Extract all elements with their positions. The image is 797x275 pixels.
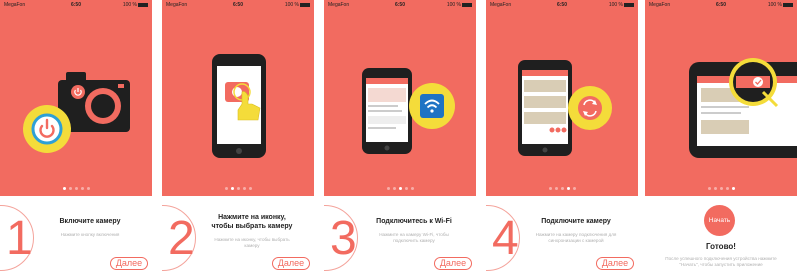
sync-icon	[568, 86, 612, 130]
page-dot	[68, 187, 72, 190]
page-dot	[80, 187, 84, 190]
status-bar: MegaFon 6:50 100 %	[162, 0, 314, 10]
step-number: 1	[6, 212, 33, 265]
page-indicator	[324, 184, 476, 190]
page-dot	[86, 187, 90, 190]
illustration-area: MegaFon 6:50 100 %	[324, 0, 476, 196]
checkmark-icon	[729, 58, 779, 108]
page-dot	[548, 187, 552, 190]
onboarding-screen-3: MegaFon 6:50 100 % 3 Подключитесь к Wi-F…	[324, 0, 476, 275]
page-dot	[236, 187, 240, 190]
page-indicator	[162, 184, 314, 190]
done-description: После успешного подключения устройства н…	[665, 256, 777, 267]
battery-indicator: 100 %	[609, 2, 634, 8]
step-number: 2	[168, 212, 195, 265]
page-dot	[410, 187, 414, 190]
onboarding-screen-1: MegaFon 6:50 100 % 1 Включите камеру Наж…	[0, 0, 152, 275]
battery-icon	[624, 2, 634, 7]
next-button[interactable]: Далее	[110, 257, 148, 270]
page-dot-active	[566, 187, 570, 190]
page-dot	[572, 187, 576, 190]
done-title: Готово!	[706, 242, 736, 251]
onboarding-screen-4: MegaFon 6:50 100 % 4 Подключите камеру Н…	[486, 0, 638, 275]
next-button[interactable]: Далее	[434, 257, 472, 270]
step-number: 3	[330, 212, 357, 265]
step-title: Подключите камеру	[541, 218, 611, 225]
illustration-area: MegaFon 6:50 100 %	[0, 0, 152, 196]
page-dot-active	[731, 187, 735, 190]
step-title: Включите камеру	[59, 218, 121, 225]
status-bar: MegaFon 6:50 100 %	[0, 0, 152, 10]
illustration-area: MegaFon 6:50 100 %	[645, 0, 797, 196]
page-dot	[725, 187, 729, 190]
status-bar: MegaFon 6:50 100 %	[486, 0, 638, 10]
step-title: Нажмите на иконку, чтобы выбрать камеру	[211, 214, 293, 230]
status-bar: MegaFon 6:50 100 %	[324, 0, 476, 10]
page-indicator	[0, 184, 152, 190]
page-dot	[404, 187, 408, 190]
page-dot-active	[230, 187, 234, 190]
battery-icon	[138, 2, 148, 7]
step-number: 4	[492, 212, 519, 265]
wifi-icon	[409, 83, 455, 129]
page-dot	[560, 187, 564, 190]
page-indicator	[486, 184, 638, 190]
battery-indicator: 100 %	[768, 2, 793, 8]
page-dot-active	[62, 187, 66, 190]
onboarding-screen-5: MegaFon 6:50 100 % Начать Готово! После …	[645, 0, 797, 275]
done-illustration	[689, 58, 797, 158]
battery-icon	[462, 2, 472, 7]
step-description: Нажмите на камеру подключения для синхро…	[535, 232, 617, 243]
step-description: Нажмите кнопку включения	[60, 232, 120, 237]
page-dot	[554, 187, 558, 190]
next-button[interactable]: Далее	[272, 257, 310, 270]
battery-icon	[783, 2, 793, 7]
wifi-illustration	[362, 68, 455, 154]
step-title: Подключитесь к Wi-Fi	[376, 218, 452, 225]
page-dot	[719, 187, 723, 190]
next-button[interactable]: Далее	[596, 257, 634, 270]
page-dot	[386, 187, 390, 190]
phone-illustration	[212, 54, 266, 158]
page-dot	[713, 187, 717, 190]
camera-illustration	[23, 72, 130, 153]
page-indicator	[645, 184, 797, 190]
page-dot	[74, 187, 78, 190]
page-dot	[242, 187, 246, 190]
illustration-area: MegaFon 6:50 100 %	[162, 0, 314, 196]
page-dot	[224, 187, 228, 190]
start-button[interactable]: Начать	[704, 205, 735, 236]
battery-indicator: 100 %	[285, 2, 310, 8]
step-number-badge: 1	[0, 205, 42, 271]
battery-indicator: 100 %	[123, 2, 148, 8]
page-dot	[392, 187, 396, 190]
onboarding-screen-2: MegaFon 6:50 100 % 2 Нажмите на иконку, …	[162, 0, 314, 275]
page-dot	[707, 187, 711, 190]
step-description: Нажмите на иконку, чтобы выбрать камеру	[214, 237, 290, 248]
step-description: Нажмите на камеру Wi-Fi, чтобы подключит…	[379, 232, 449, 243]
sync-illustration	[518, 60, 612, 156]
battery-indicator: 100 %	[447, 2, 472, 8]
status-bar: MegaFon 6:50 100 %	[645, 0, 797, 10]
battery-icon	[300, 2, 310, 7]
illustration-area: MegaFon 6:50 100 %	[486, 0, 638, 196]
page-dot-active	[398, 187, 402, 190]
page-dot	[248, 187, 252, 190]
